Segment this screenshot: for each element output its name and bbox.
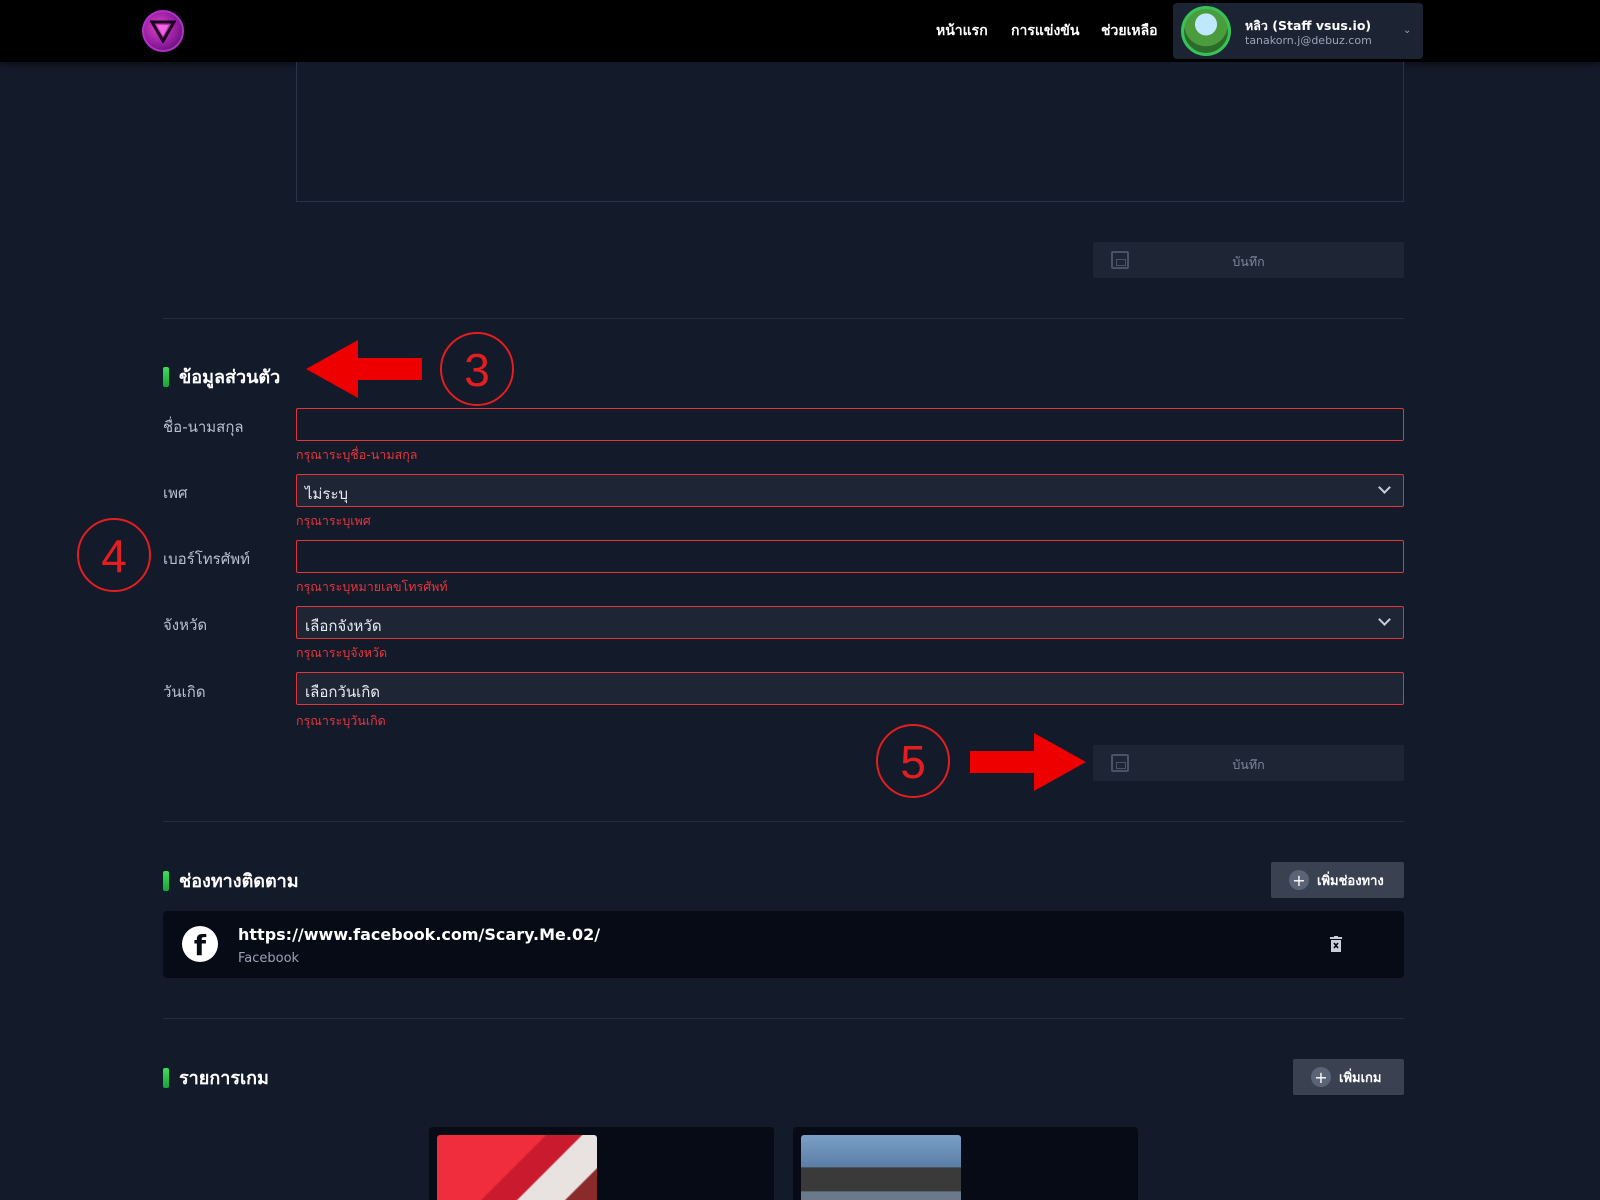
plus-icon: +	[1311, 1067, 1331, 1087]
phone-input[interactable]	[296, 540, 1404, 573]
game-card-pubg[interactable]	[793, 1127, 1138, 1200]
chevron-down-icon[interactable]: ⌄	[1403, 25, 1411, 36]
nav-help-link[interactable]: ช่วยเหลือ	[1101, 20, 1158, 42]
nav-competition-link[interactable]: การแข่งขัน	[1011, 20, 1079, 42]
logo-icon[interactable]	[142, 10, 184, 52]
phone-label: เบอร์โทรศัพท์	[163, 550, 251, 568]
fullname-label: ชื่อ-นามสกุล	[163, 418, 244, 436]
birthdate-error: กรุณาระบุวันเกิด	[296, 713, 386, 728]
plus-icon: +	[1289, 870, 1309, 890]
save-bio-button[interactable]: บันทึก	[1093, 242, 1404, 278]
province-select[interactable]: เลือกจังหวัด	[296, 606, 1404, 639]
annotation-step-3: 3	[440, 332, 514, 406]
province-error: กรุณาระบุจังหวัด	[296, 645, 388, 660]
section-divider	[163, 821, 1404, 822]
chevron-down-icon	[1378, 481, 1391, 494]
save-personal-button[interactable]: บันทึก	[1093, 745, 1404, 781]
fullname-error: กรุณาระบุชื่อ-นามสกุล	[296, 447, 418, 462]
section-divider	[163, 1018, 1404, 1019]
user-menu[interactable]: หลิว (Staff vsus.io) tanakorn.j@debuz.co…	[1173, 3, 1423, 59]
arrow-left-annotation	[306, 340, 422, 398]
trash-icon[interactable]	[1329, 936, 1343, 952]
bio-textarea[interactable]	[296, 62, 1404, 202]
gender-label: เพศ	[163, 484, 188, 502]
avatar	[1181, 6, 1231, 56]
annotation-step-4: 4	[77, 518, 151, 592]
user-name: หลิว (Staff vsus.io)	[1245, 18, 1372, 33]
section-accent-bar	[163, 870, 169, 891]
top-navbar: หน้าแรก การแข่งขัน ช่วยเหลือ หลิว (Staff…	[0, 0, 1600, 62]
game-card-valorant[interactable]	[429, 1127, 774, 1200]
nav-home-link[interactable]: หน้าแรก	[936, 20, 988, 42]
section-accent-bar	[163, 366, 169, 387]
gender-select[interactable]: ไม่ระบุ	[296, 474, 1404, 507]
user-email: tanakorn.j@debuz.com	[1245, 34, 1372, 47]
add-channel-button[interactable]: + เพิ่มช่องทาง	[1271, 862, 1404, 898]
province-label: จังหวัด	[163, 616, 208, 634]
birthdate-label: วันเกิด	[163, 683, 206, 701]
chevron-down-icon	[1378, 613, 1391, 626]
section-accent-bar	[163, 1067, 169, 1088]
section-title-channels: ช่องทางติดตาม	[163, 866, 299, 895]
section-title-games: รายการเกม	[163, 1063, 269, 1092]
game-thumbnail	[801, 1135, 961, 1200]
phone-error: กรุณาระบุหมายเลขโทรศัพท์	[296, 579, 448, 594]
channel-url[interactable]: https://www.facebook.com/Scary.Me.02/	[238, 925, 600, 944]
channel-type: Facebook	[238, 951, 300, 966]
add-game-button[interactable]: + เพิ่มเกม	[1293, 1059, 1404, 1095]
game-thumbnail	[437, 1135, 597, 1200]
birthdate-input[interactable]: เลือกวันเกิด	[296, 672, 1404, 705]
gender-error: กรุณาระบุเพศ	[296, 513, 371, 528]
channel-card: f https://www.facebook.com/Scary.Me.02/ …	[163, 911, 1404, 978]
section-title-personal: ข้อมูลส่วนตัว	[163, 362, 280, 391]
arrow-right-annotation	[970, 733, 1086, 791]
fullname-input[interactable]	[296, 408, 1404, 441]
section-divider	[163, 318, 1404, 319]
annotation-step-5: 5	[876, 724, 950, 798]
facebook-icon: f	[182, 926, 218, 962]
